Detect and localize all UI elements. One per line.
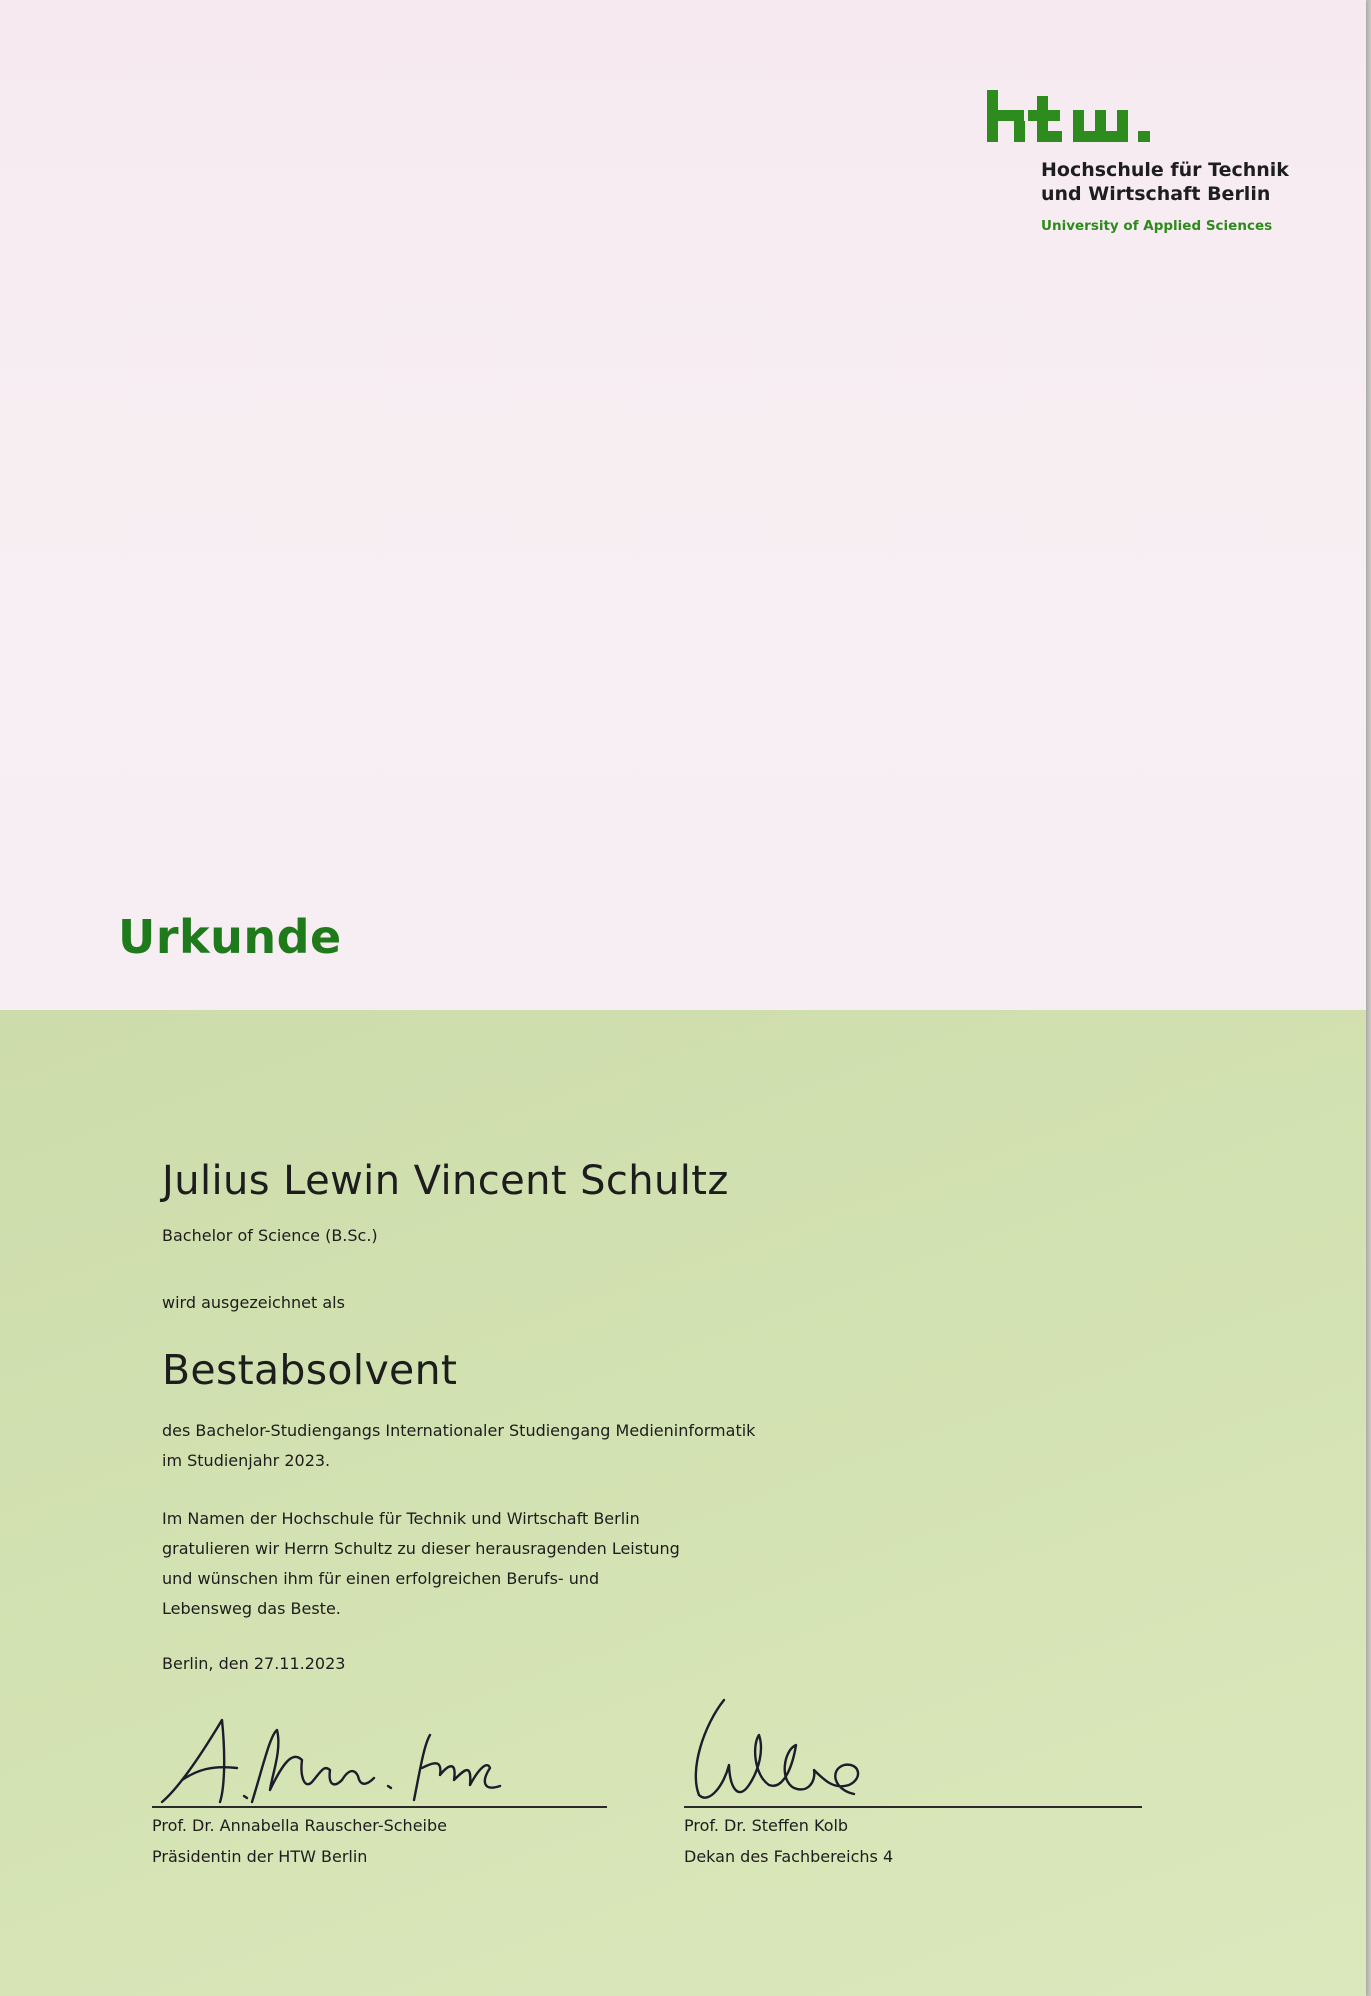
signatory-role: Präsidentin der HTW Berlin	[152, 1847, 368, 1866]
certificate-sheet: Hochschule für Technik und Wirtschaft Be…	[0, 0, 1366, 1996]
signature-line	[684, 1806, 1142, 1808]
program-paragraph: des Bachelor-Studiengangs Internationale…	[162, 1416, 1062, 1476]
program-line: des Bachelor-Studiengangs Internationale…	[162, 1421, 756, 1440]
congratulation-line: Lebensweg das Beste.	[162, 1599, 341, 1618]
congratulation-line: gratulieren wir Herrn Schultz zu dieser …	[162, 1539, 680, 1558]
award-intro: wird ausgezeichnet als	[162, 1293, 345, 1312]
signatory-name: Prof. Dr. Annabella Rauscher-Scheibe	[152, 1816, 447, 1835]
signatory-name: Prof. Dr. Steffen Kolb	[684, 1816, 849, 1835]
recipient-name: Julius Lewin Vincent Schultz	[162, 1158, 729, 1204]
handwritten-signature-president	[160, 1718, 502, 1804]
congratulation-line: Im Namen der Hochschule für Technik und …	[162, 1509, 640, 1528]
signatory-role: Dekan des Fachbereichs 4	[684, 1847, 894, 1866]
handwritten-signature-dean	[694, 1698, 860, 1799]
university-subtitle: University of Applied Sciences	[1041, 218, 1273, 234]
htw-logo-mark	[987, 90, 1150, 142]
congratulation-paragraph: Im Namen der Hochschule für Technik und …	[162, 1504, 1062, 1624]
certificate-body: Julius Lewin Vincent Schultz Bachelor of…	[162, 1158, 1062, 1673]
program-line: im Studienjahr 2023.	[162, 1451, 331, 1470]
place-and-date: Berlin, den 27.11.2023	[162, 1654, 346, 1673]
university-name-line1: Hochschule für Technik	[1041, 159, 1289, 181]
document-title: Urkunde	[118, 910, 342, 964]
award-title: Bestabsolvent	[162, 1346, 458, 1394]
recipient-degree: Bachelor of Science (B.Sc.)	[162, 1226, 378, 1245]
university-logo: Hochschule für Technik und Wirtschaft Be…	[985, 88, 1289, 234]
signature-line	[152, 1806, 607, 1808]
university-name-line2: und Wirtschaft Berlin	[1041, 183, 1271, 205]
congratulation-line: und wünschen ihm für einen erfolgreichen…	[162, 1569, 600, 1588]
